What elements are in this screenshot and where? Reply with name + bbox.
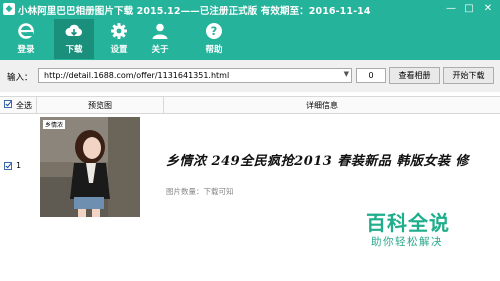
watermark-subtitle: 助你轻松解决	[371, 236, 443, 248]
column-divider	[36, 97, 37, 114]
table-row[interactable]: 1 乡情浓 乡情浓 249全民疯抢2013 春装新品 韩版女装 修 图片数量：下…	[0, 114, 500, 222]
row-checkbox[interactable]	[4, 162, 12, 170]
settings-button[interactable]: 设置	[99, 19, 139, 59]
app-logo-icon: ◆	[3, 3, 15, 15]
help-icon: ?	[206, 23, 222, 39]
select-all-checkbox[interactable]	[4, 100, 12, 108]
image-count: 图片数量：下载可知	[166, 187, 234, 196]
view-album-button[interactable]: 查看相册	[389, 67, 440, 84]
watermark-title: 百科全说	[366, 211, 450, 235]
input-row: 输入： http://detail.1688.com/offer/1131641…	[0, 60, 500, 92]
col-select-all[interactable]: 全选	[16, 100, 32, 111]
gear-icon	[111, 23, 127, 39]
url-value: http://detail.1688.com/offer/1131641351.…	[44, 71, 230, 80]
download-label: 下载	[65, 45, 83, 55]
maximize-icon[interactable]: □	[462, 3, 476, 15]
about-label: 关于	[151, 45, 169, 55]
preview-thumbnail: 乡情浓	[40, 117, 140, 217]
page-count-input[interactable]: 0	[356, 68, 386, 83]
help-label: 帮助	[205, 45, 223, 55]
close-icon[interactable]: ✕	[481, 3, 495, 15]
chevron-down-icon[interactable]: ▼	[344, 70, 349, 78]
about-button[interactable]: 关于	[140, 19, 180, 59]
help-button[interactable]: ? 帮助	[194, 19, 234, 59]
col-preview: 预览图	[88, 101, 112, 110]
download-button[interactable]: 下载	[54, 19, 94, 59]
url-input[interactable]: http://detail.1688.com/offer/1131641351.…	[38, 68, 352, 83]
table-header: 全选 预览图 详细信息	[0, 96, 500, 114]
column-divider	[163, 97, 164, 114]
product-photo	[40, 117, 140, 217]
settings-label: 设置	[110, 45, 128, 55]
title-bar: ◆ 小林阿里巴巴相册图片下载 2015.12——已注册正式版 有效期至：2016…	[0, 0, 500, 19]
cloud-download-icon	[65, 24, 82, 36]
row-index: 1	[16, 161, 22, 170]
login-button[interactable]: 登录	[6, 19, 46, 59]
thumbnail-badge: 乡情浓	[43, 120, 66, 129]
minimize-icon[interactable]: —	[444, 3, 458, 15]
input-label: 输入：	[7, 73, 33, 83]
toolbar: 登录 下载 设置 关于 ? 帮助	[0, 19, 500, 60]
user-icon	[152, 23, 168, 39]
start-download-button[interactable]: 开始下载	[443, 67, 494, 84]
col-details: 详细信息	[306, 101, 338, 110]
svg-text:?: ?	[211, 24, 218, 38]
product-title: 乡情浓 249全民疯抢2013 春装新品 韩版女装 修	[166, 154, 469, 169]
ie-icon	[18, 23, 34, 39]
login-label: 登录	[17, 45, 35, 55]
window-title: 小林阿里巴巴相册图片下载 2015.12——已注册正式版 有效期至：2016-1…	[18, 6, 371, 17]
